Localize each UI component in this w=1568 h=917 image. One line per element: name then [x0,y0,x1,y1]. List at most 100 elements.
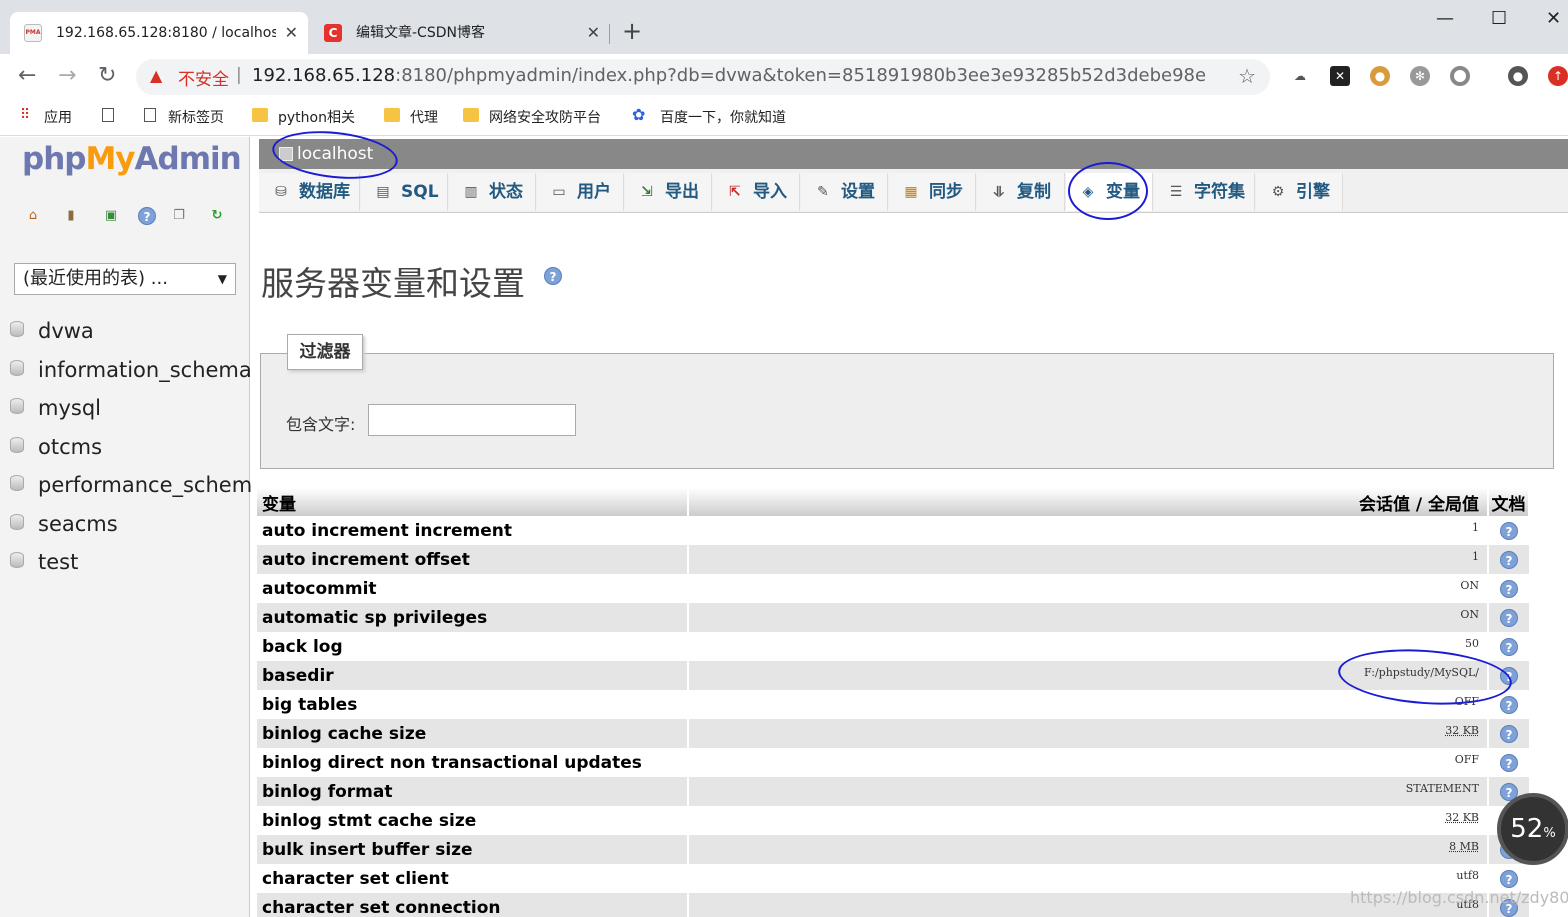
doc-help-icon[interactable]: ? [1500,695,1518,714]
table-row: binlog format STATEMENT? [257,777,1529,806]
variable-name: back log [257,632,689,661]
security-label[interactable]: 不安全 [178,65,229,90]
server-breadcrumb[interactable]: localhost [259,139,1568,169]
doc-cell: ? [1488,632,1529,661]
filter-input[interactable] [368,404,576,436]
doc-help-icon[interactable]: ? [1500,724,1518,743]
extension-x-icon[interactable]: ✕ [1330,66,1350,86]
page-icon [144,108,156,122]
database-item[interactable]: information_schema [10,356,265,395]
browser-tab-phpmyadmin[interactable]: PMA 192.168.65.128:8180 / localhos ✕ [10,12,308,54]
bookmark-new-tab[interactable]: 新标签页 [144,107,224,127]
table-row: autocommit ON? [257,574,1529,603]
extension-gear-icon[interactable]: ✻ [1410,66,1430,86]
tab-users[interactable]: ▭ 用户 [537,173,624,211]
variable-name: bulk insert buffer size [257,835,689,864]
doc-cell: ? [1488,603,1529,632]
filter-label: 包含文字: [286,415,356,434]
variable-value: ON [688,574,1489,603]
doc-help-icon[interactable]: ? [1500,579,1518,598]
update-icon[interactable]: ↑ [1548,66,1568,86]
forward-button[interactable]: → [58,62,76,90]
extension-circle-icon[interactable] [1450,66,1470,86]
bookmark-apps[interactable]: ⠿ 应用 [20,107,72,127]
maximize-button[interactable]: ☐ [1491,6,1507,32]
tab-close-icon[interactable]: ✕ [587,12,600,54]
phpmyadmin-logo[interactable]: phpMyAdmin [22,141,242,177]
database-item[interactable]: dvwa [10,317,265,356]
database-item[interactable]: test [10,548,265,587]
table-row: binlog direct non transactional updates O… [257,748,1529,777]
docs-icon[interactable]: ? [138,207,156,225]
tab-engines[interactable]: ⚙ 引擎 [1256,173,1343,211]
tab-sql[interactable]: ▤ SQL [361,173,448,211]
logo-php: php [22,141,86,177]
url-text[interactable]: 192.168.65.128:8180/phpmyadmin/index.php… [252,65,1206,86]
bookmark-proxy[interactable]: 代理 [384,107,438,127]
extension-cookie-icon[interactable]: ● [1370,66,1390,86]
speed-gauge-widget[interactable]: 52% [1497,793,1568,865]
bookmark-baidu[interactable]: ✿ 百度一下，你就知道 [632,107,786,127]
tab-replication[interactable]: ⥥ 复制 [977,173,1065,211]
tab-status[interactable]: ▥ 状态 [449,173,536,211]
bookmark-label: 应用 [44,110,72,126]
home-icon[interactable]: ⌂ [24,207,42,225]
doc-help-icon[interactable]: ? [1500,521,1518,540]
doc-help-icon[interactable]: ? [1500,550,1518,569]
doc-cell: ? [1488,719,1529,748]
database-list: dvwa information_schema mysql otcms perf… [10,317,265,587]
folder-icon [463,108,479,122]
extension-cloud-icon[interactable]: ☁ [1290,66,1310,86]
table-row: big tables OFF? [257,690,1529,719]
column-header-variable: 变量 [257,488,689,516]
database-item[interactable]: otcms [10,433,265,472]
minimize-button[interactable]: — [1436,6,1454,32]
back-button[interactable]: ← [18,62,36,90]
copy-icon[interactable]: ❐ [170,207,188,225]
tab-settings[interactable]: ✎ 设置 [801,173,888,211]
doc-help-icon[interactable]: ? [1500,608,1518,627]
bookmark-python[interactable]: python相关 [252,107,355,127]
variable-name: character set client [257,864,689,893]
tab-charsets[interactable]: ☰ 字符集 [1154,173,1255,211]
database-name: information_schema [38,357,252,382]
tab-sync[interactable]: ▦ 同步 [889,173,976,211]
recent-tables-select[interactable]: (最近使用的表) ... ▼ [14,263,236,295]
database-item[interactable]: seacms [10,510,265,549]
browser-tab-csdn[interactable]: C 编辑文章-CSDN博客 ✕ [310,12,610,54]
apps-grid-icon: ⠿ [20,107,31,123]
charset-icon: ☰ [1169,184,1183,200]
reload-button[interactable]: ↻ [98,62,116,90]
tab-label: 用户 [577,182,611,202]
help-icon[interactable]: ? [544,267,562,285]
profile-avatar-icon[interactable]: ● [1508,66,1528,86]
bookmark-star-icon[interactable]: ☆ [1238,64,1256,88]
warning-icon[interactable]: ▲ [150,66,162,85]
variable-name: auto increment offset [257,545,689,574]
bookmark-label: 代理 [410,110,438,126]
dropdown-arrow-icon: ▼ [217,272,227,286]
gauge-unit: % [1543,826,1556,841]
address-bar[interactable]: ▲ 不安全 | 192.168.65.128:8180/phpmyadmin/i… [136,59,1270,95]
table-row: character set client utf8? [257,864,1529,893]
variable-value: 1 [688,516,1489,545]
import-icon: ⇱ [729,184,741,200]
database-item[interactable]: performance_schema [10,471,265,510]
close-window-button[interactable]: ✕ [1546,6,1561,32]
database-item[interactable]: mysql [10,394,265,433]
reload-navigation-icon[interactable]: ↻ [208,207,226,225]
tab-import[interactable]: ⇱ 导入 [713,173,800,211]
logout-icon[interactable]: ▮ [62,207,80,225]
doc-help-icon[interactable]: ? [1500,637,1518,656]
query-window-icon[interactable]: ▣ [102,207,120,225]
table-header-row: 变量 会话值 / 全局值 文档 [257,488,1530,516]
variable-name: character set connection [257,893,689,917]
tab-close-icon[interactable]: ✕ [285,12,298,54]
bookmark-security-platform[interactable]: 网络安全攻防平台 [463,107,601,127]
tab-title: 192.168.65.128:8180 / localhos [56,25,276,41]
doc-help-icon[interactable]: ? [1500,869,1518,888]
tab-export[interactable]: ⇲ 导出 [625,173,712,211]
page-icon [102,108,114,122]
new-tab-button[interactable]: + [622,14,642,48]
doc-help-icon[interactable]: ? [1500,753,1518,772]
